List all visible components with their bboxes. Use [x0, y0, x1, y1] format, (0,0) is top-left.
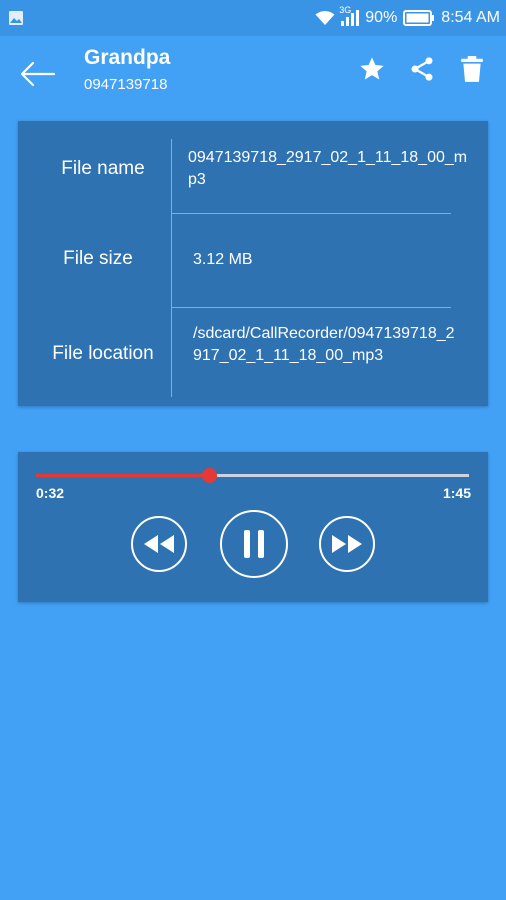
file-name-row: File name 0947139718_2917_02_1_11_18_00_… — [18, 121, 488, 213]
rewind-icon — [144, 535, 174, 553]
total-time: 1:45 — [442, 485, 471, 501]
cell-signal: 3G — [339, 5, 360, 26]
file-info-card: File name 0947139718_2917_02_1_11_18_00_… — [18, 121, 488, 406]
rewind-button[interactable] — [131, 516, 187, 572]
file-size-label: File size — [63, 248, 133, 269]
favorite-button[interactable] — [355, 52, 389, 86]
app-bar: Grandpa 0947139718 — [0, 36, 506, 110]
trash-icon — [461, 56, 483, 82]
file-name-label: File name — [61, 158, 145, 179]
wifi-icon — [315, 11, 335, 25]
current-time: 0:32 — [36, 485, 65, 501]
share-button[interactable] — [405, 52, 439, 86]
share-icon — [411, 57, 433, 81]
seek-thumb[interactable] — [202, 468, 218, 483]
status-bar: 3G 90% 8:54 AM — [0, 0, 506, 36]
back-arrow-icon — [20, 61, 56, 87]
battery-icon — [403, 10, 435, 26]
player-card: 0:32 1:45 — [18, 452, 488, 602]
file-size-value: 3.12 MB — [193, 251, 253, 268]
clock: 8:54 AM — [441, 9, 500, 26]
network-type: 3G — [339, 5, 352, 15]
seek-progress — [36, 474, 210, 477]
delete-button[interactable] — [455, 52, 489, 86]
fast-forward-icon — [332, 535, 362, 553]
pause-icon — [244, 530, 264, 558]
contact-number: 0947139718 — [84, 76, 168, 93]
star-icon — [360, 57, 384, 80]
fast-forward-button[interactable] — [319, 516, 375, 572]
gallery-notification-icon — [9, 11, 23, 25]
file-location-value: /sdcard/CallRecorder/0947139718_2917_02_… — [193, 325, 455, 364]
file-location-label: File location — [52, 343, 154, 364]
file-size-row: File size 3.12 MB — [18, 213, 488, 307]
battery-percent: 90% — [365, 9, 398, 26]
file-location-row: File location /sdcard/CallRecorder/09471… — [18, 307, 488, 406]
status-icons: 3G 90% 8:54 AM — [315, 5, 500, 28]
back-button[interactable] — [18, 56, 58, 92]
contact-name: Grandpa — [84, 46, 171, 69]
pause-button[interactable] — [220, 510, 288, 578]
file-name-value: 0947139718_2917_02_1_11_18_00_mp3 — [188, 149, 468, 188]
seek-bar[interactable] — [36, 468, 469, 483]
